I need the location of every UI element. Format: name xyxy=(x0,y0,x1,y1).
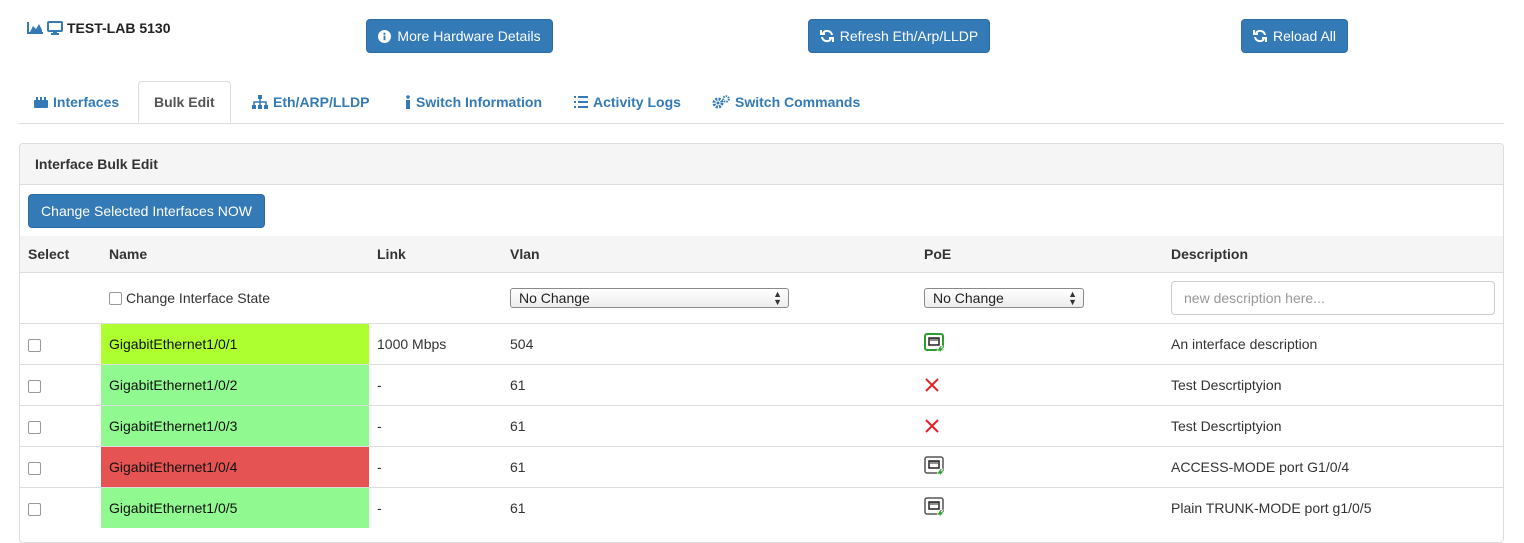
column-header-select: Select xyxy=(20,236,101,273)
interface-description: ACCESS-MODE port G1/0/4 xyxy=(1163,446,1503,488)
row-select-checkbox[interactable] xyxy=(28,338,41,352)
bulk-edit-panel: Interface Bulk Edit Change Selected Inte… xyxy=(19,143,1504,543)
poe-available-icon xyxy=(924,497,1155,519)
description-input[interactable]: new description here... xyxy=(1171,281,1495,315)
poe-select-value: No Change xyxy=(933,290,1004,306)
column-header-poe: PoE xyxy=(916,236,1163,273)
table-header-row: Select Name Link Vlan PoE Description xyxy=(20,236,1503,273)
bulk-filter-row: Change Interface State No Change ▲ ▼ No C… xyxy=(20,272,1503,324)
tab-activity-logs[interactable]: Activity Logs xyxy=(559,81,696,122)
chart-icon xyxy=(27,22,43,34)
tab-bulk-edit-label: Bulk Edit xyxy=(154,94,215,110)
interface-description: Plain TRUNK-MODE port g1/0/5 xyxy=(1163,487,1503,528)
info-icon xyxy=(405,94,411,109)
tab-activity-logs-label: Activity Logs xyxy=(593,93,681,110)
interface-link: - xyxy=(369,405,502,447)
tab-switch-information[interactable]: Switch Information xyxy=(390,81,557,122)
interface-name[interactable]: GigabitEthernet1/0/2 xyxy=(101,364,369,406)
table-row: GigabitEthernet1/0/1 1000 Mbps 504 An inter… xyxy=(20,323,1503,365)
row-select-checkbox[interactable] xyxy=(28,420,41,434)
plug-icon xyxy=(34,96,48,108)
tab-switch-information-label: Switch Information xyxy=(416,93,542,110)
sitemap-icon xyxy=(252,94,268,109)
tab-eth-arp-lldp[interactable]: Eth/ARP/LLDP xyxy=(237,81,384,122)
row-select-checkbox[interactable] xyxy=(28,461,41,475)
switch-name: TEST-LAB 5130 xyxy=(67,20,171,36)
vlan-select-value: No Change xyxy=(519,290,590,306)
tab-bar: Interfaces Bulk Edit Eth/ARP/LLDP Switch… xyxy=(19,81,1504,124)
interface-name[interactable]: GigabitEthernet1/0/5 xyxy=(101,487,369,528)
table-row: GigabitEthernet1/0/2-61 Test Descrtiptyio… xyxy=(20,364,1503,406)
interface-description: Test Descrtiptyion xyxy=(1163,364,1503,406)
interface-vlan: 61 xyxy=(502,364,916,406)
switch-title: TEST-LAB 5130 xyxy=(27,20,170,36)
vlan-select[interactable]: No Change ▲ ▼ xyxy=(510,288,789,308)
column-header-vlan: Vlan xyxy=(502,236,916,273)
poe-active-icon xyxy=(924,333,1155,355)
poe-none-icon xyxy=(924,377,1155,393)
desktop-icon xyxy=(47,21,63,35)
panel-title: Interface Bulk Edit xyxy=(20,144,1503,185)
poe-select[interactable]: No Change ▲ ▼ xyxy=(924,288,1084,308)
interface-description: An interface description xyxy=(1163,323,1503,365)
interface-description: Test Descrtiptyion xyxy=(1163,405,1503,447)
interface-vlan: 61 xyxy=(502,446,916,488)
row-select-checkbox[interactable] xyxy=(28,502,41,516)
interface-name[interactable]: GigabitEthernet1/0/1 xyxy=(101,323,369,365)
refresh-eth-arp-lldp-button[interactable]: Refresh Eth/Arp/LLDP xyxy=(808,19,990,53)
interfaces-table: Select Name Link Vlan PoE Description Ch… xyxy=(20,236,1503,528)
reload-all-button[interactable]: Reload All xyxy=(1241,19,1348,53)
interface-link: 1000 Mbps xyxy=(369,323,502,365)
table-row: GigabitEthernet1/0/4-61 ACCESS-MODE port … xyxy=(20,446,1503,488)
interface-vlan: 504 xyxy=(502,323,916,365)
tab-switch-commands[interactable]: Switch Commands xyxy=(697,81,875,122)
column-header-description: Description xyxy=(1163,236,1503,273)
tab-eth-arp-lldp-label: Eth/ARP/LLDP xyxy=(273,93,370,110)
table-row: GigabitEthernet1/0/5-61 Plain TRUNK-MODE … xyxy=(20,487,1503,528)
more-hardware-details-label: More Hardware Details xyxy=(397,28,541,44)
more-hardware-details-button[interactable]: More Hardware Details xyxy=(366,19,553,53)
select-arrows-icon: ▲ ▼ xyxy=(773,289,782,307)
interface-vlan: 61 xyxy=(502,405,916,447)
change-interface-state-label: Change Interface State xyxy=(126,290,270,306)
gears-icon xyxy=(712,94,730,109)
tab-switch-commands-label: Switch Commands xyxy=(735,93,861,110)
tab-bulk-edit[interactable]: Bulk Edit xyxy=(138,81,231,123)
refresh-icon xyxy=(1252,29,1267,43)
row-select-checkbox[interactable] xyxy=(28,379,41,393)
interface-link: - xyxy=(369,446,502,488)
column-header-name: Name xyxy=(101,236,369,273)
list-icon xyxy=(574,95,588,108)
interface-link: - xyxy=(369,487,502,528)
tab-interfaces[interactable]: Interfaces xyxy=(19,81,134,122)
column-header-link: Link xyxy=(369,236,502,273)
reload-all-label: Reload All xyxy=(1272,28,1337,44)
refresh-eth-arp-lldp-label: Refresh Eth/Arp/LLDP xyxy=(839,28,979,44)
interface-name[interactable]: GigabitEthernet1/0/3 xyxy=(101,405,369,447)
info-circle-icon xyxy=(378,29,392,43)
poe-available-icon xyxy=(924,456,1155,478)
tab-interfaces-label: Interfaces xyxy=(53,93,120,110)
change-selected-interfaces-button[interactable]: Change Selected Interfaces NOW xyxy=(28,194,265,228)
refresh-icon xyxy=(819,29,834,43)
interface-link: - xyxy=(369,364,502,406)
poe-none-icon xyxy=(924,418,1155,434)
interface-name[interactable]: GigabitEthernet1/0/4 xyxy=(101,446,369,488)
interface-vlan: 61 xyxy=(502,487,916,528)
select-arrows-icon: ▲ ▼ xyxy=(1068,289,1077,307)
table-row: GigabitEthernet1/0/3-61 Test Descrtiptyio… xyxy=(20,405,1503,447)
change-interface-state-checkbox[interactable] xyxy=(109,291,122,305)
